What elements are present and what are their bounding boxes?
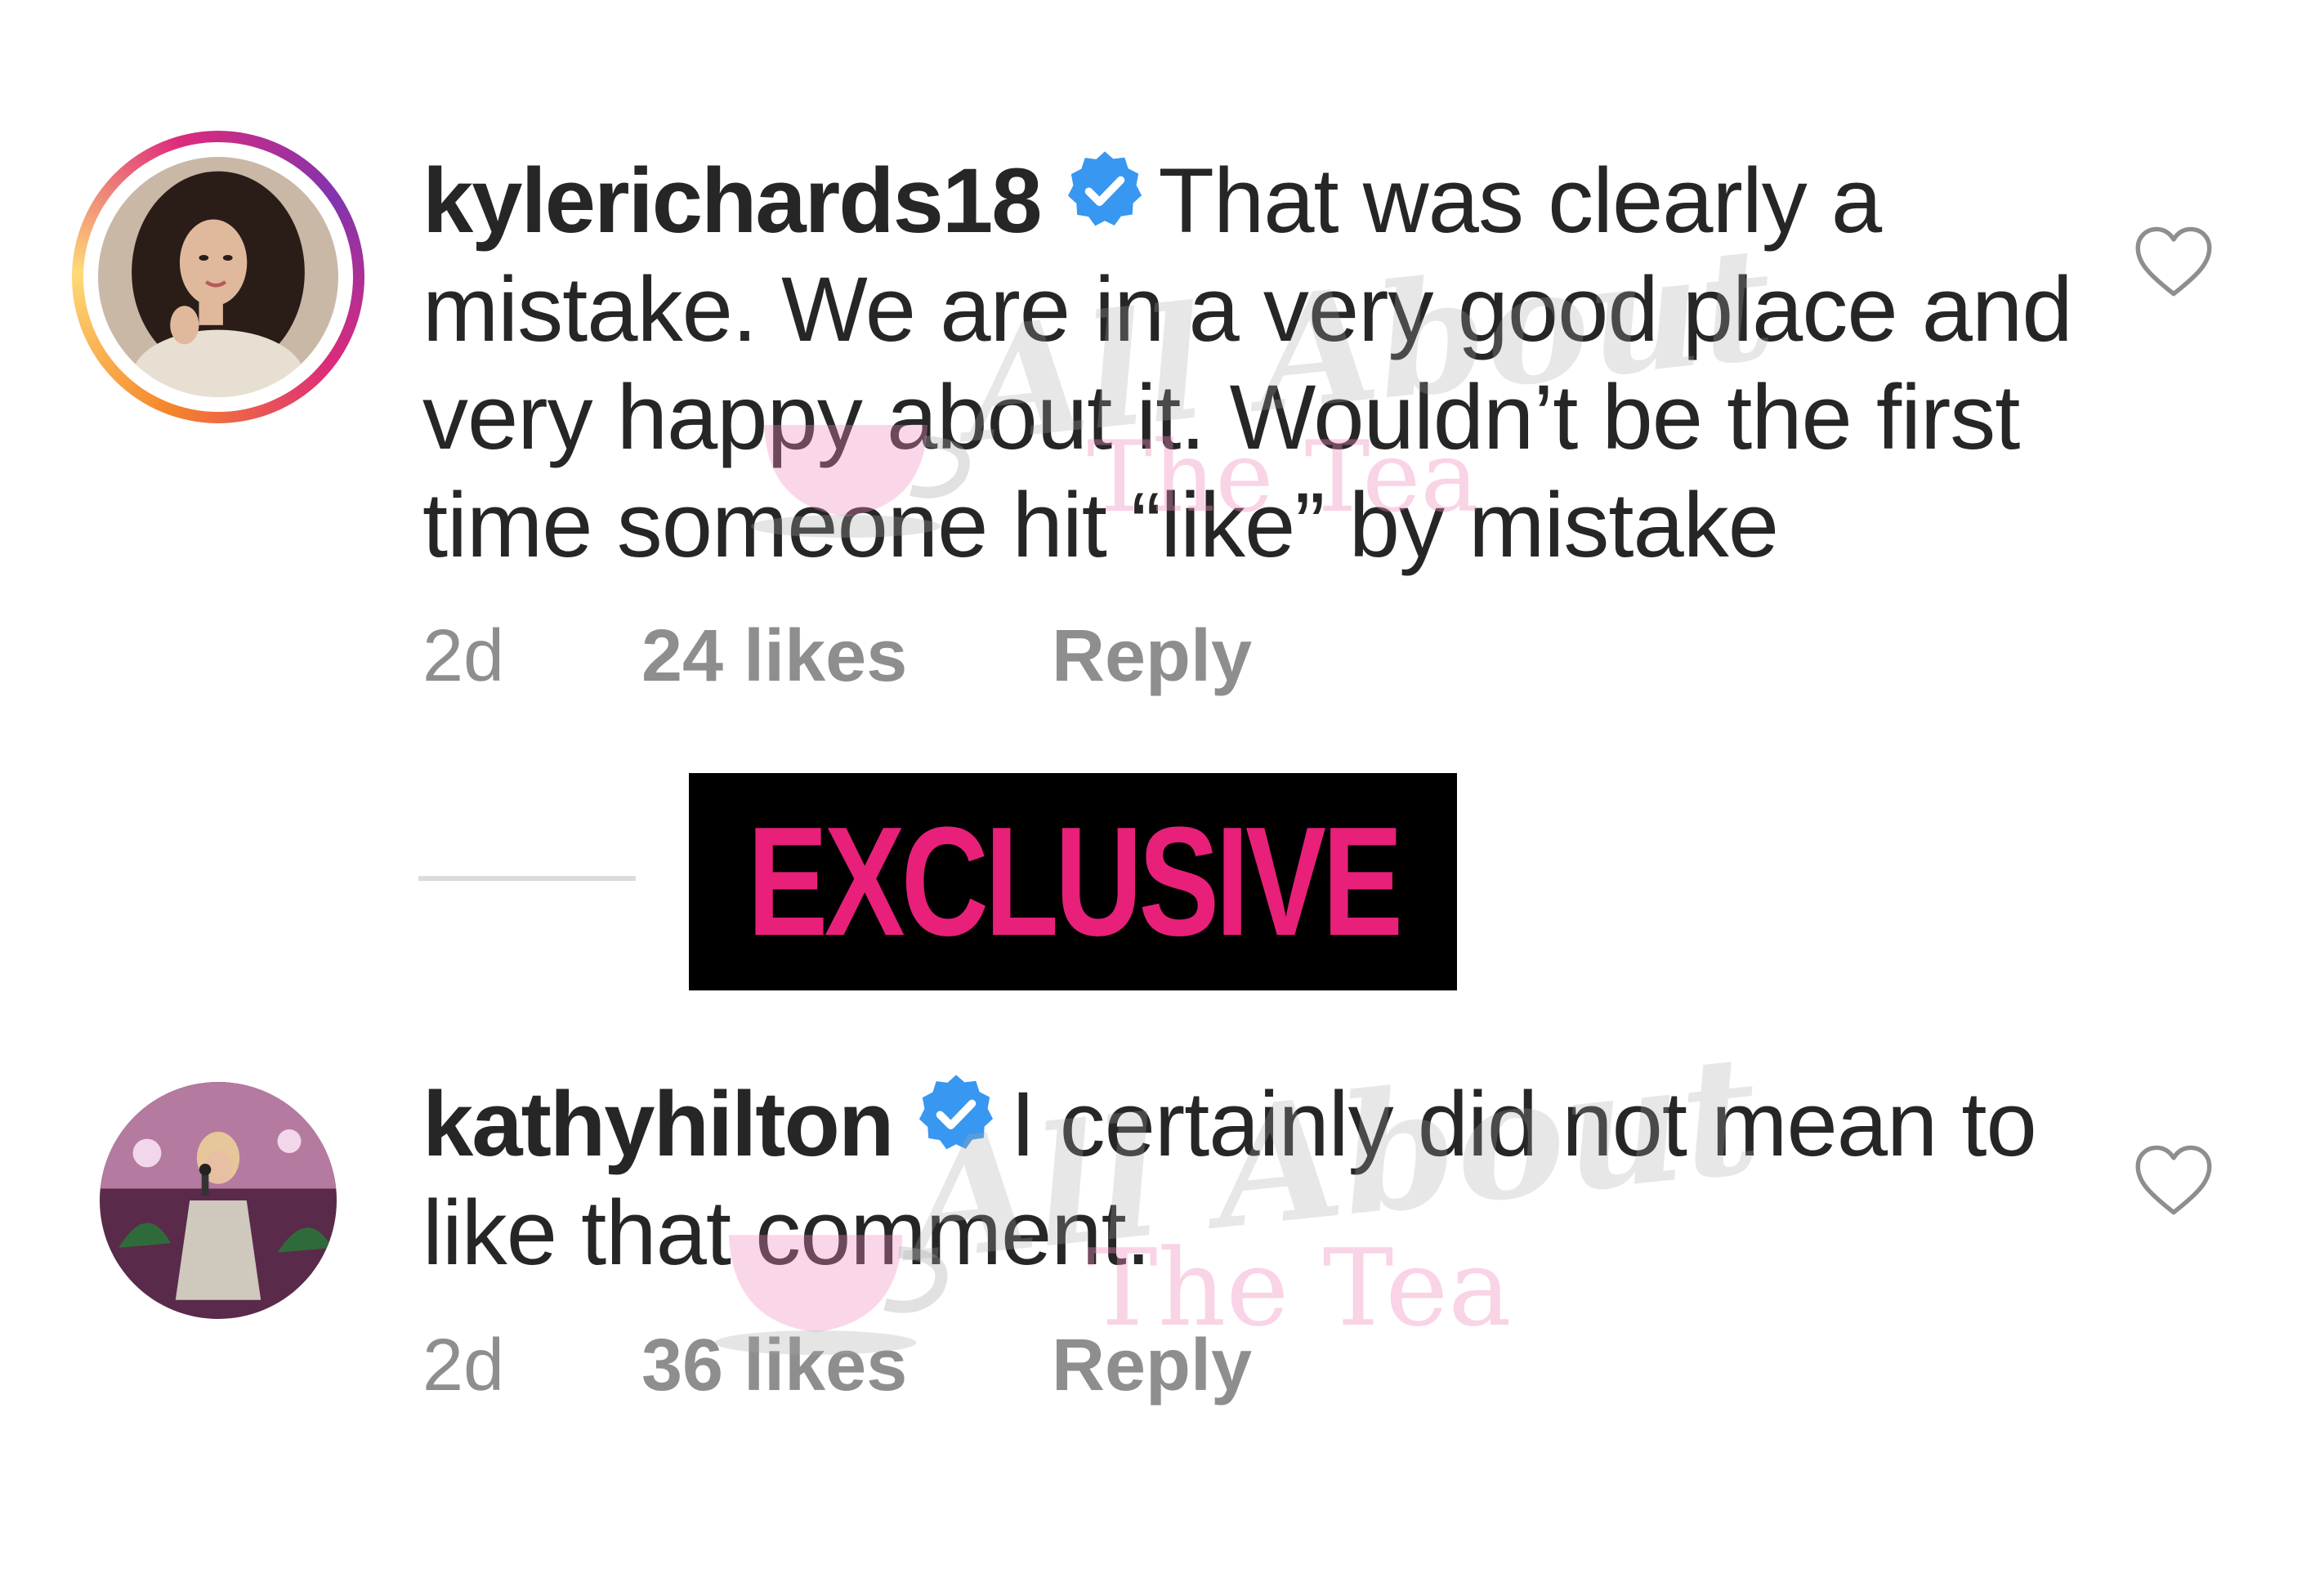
exclusive-banner: EXCLUSIVE [689,773,1457,990]
exclusive-label: EXCLUSIVE [747,795,1403,968]
comment-kathyhilton: kathyhilton I certainly did not mean to l… [0,1021,2324,1569]
comment-body: kathyhilton I certainly did not mean to l… [422,1071,2057,1287]
reply-button[interactable]: Reply [1052,615,1252,699]
replies-divider[interactable] [418,876,636,881]
story-ring[interactable] [72,131,364,423]
timestamp: 2d [422,1325,505,1406]
heart-outline-icon[interactable] [2133,1141,2215,1219]
avatar[interactable] [98,157,338,397]
comment-body: kylerichards18 That was clearly a mistake… [422,147,2122,579]
username[interactable]: kylerichards18 [422,150,1043,252]
profile-photo-icon [98,157,338,397]
username[interactable]: kathyhilton [422,1073,894,1175]
verified-badge-icon [1062,148,1147,256]
comment-meta: 2d 24 likes Reply [422,615,1403,704]
heart-outline-icon[interactable] [2133,222,2215,301]
comment-meta: 2d 36 likes Reply [422,1324,1403,1414]
verified-badge-icon [914,1071,999,1179]
avatar[interactable] [100,1082,337,1319]
timestamp: 2d [422,615,505,697]
reply-button[interactable]: Reply [1052,1324,1252,1408]
likes-count[interactable]: 24 likes [641,615,907,699]
likes-count[interactable]: 36 likes [641,1324,907,1408]
comment-kylerichards18: kylerichards18 That was clearly a mistake… [0,0,2324,735]
profile-photo-icon [100,1082,337,1319]
